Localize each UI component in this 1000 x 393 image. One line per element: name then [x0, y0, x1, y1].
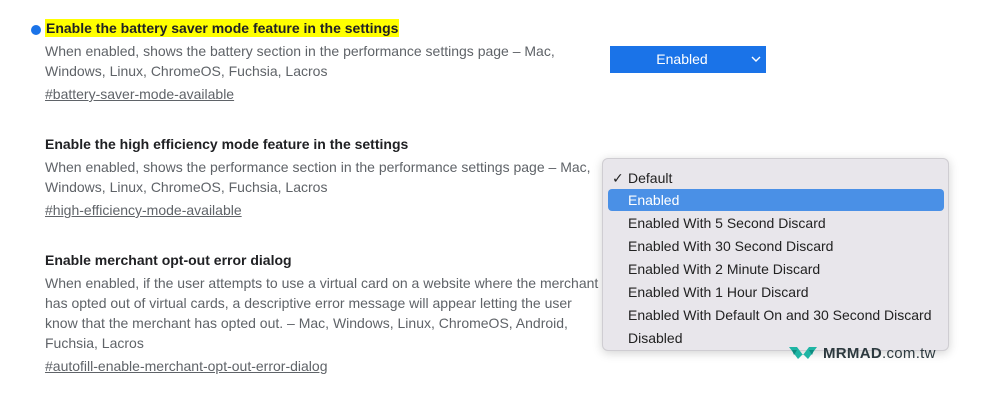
menu-option-default-on-30-second[interactable]: Enabled With Default On and 30 Second Di…	[608, 304, 944, 326]
flag-title: Enable the battery saver mode feature in…	[45, 19, 400, 37]
menu-option-label: Default	[628, 170, 673, 186]
watermark: MRMAD.com.tw	[788, 342, 936, 364]
menu-option-label: Enabled With Default On and 30 Second Di…	[628, 307, 932, 323]
checkmark-icon: ✓	[612, 170, 624, 186]
menu-option-label: Enabled With 2 Minute Discard	[628, 261, 821, 277]
menu-option-1-hour-discard[interactable]: Enabled With 1 Hour Discard	[608, 281, 944, 303]
menu-option-label: Enabled	[628, 192, 680, 208]
menu-option-default[interactable]: ✓ Default	[608, 167, 944, 189]
watermark-text: MRMAD.com.tw	[823, 345, 936, 362]
watermark-tld: .com.tw	[882, 344, 936, 362]
mrmad-logo-icon	[789, 347, 817, 359]
modified-indicator-dot	[31, 25, 41, 35]
menu-option-label: Disabled	[628, 330, 683, 346]
menu-option-label: Enabled With 5 Second Discard	[628, 215, 826, 231]
flag-title: Enable the high efficiency mode feature …	[45, 136, 409, 152]
dropdown-menu: ✓ Default Enabled Enabled With 5 Second …	[602, 158, 949, 351]
flag-merchant-opt-out: Enable merchant opt-out error dialog Whe…	[45, 251, 605, 376]
menu-option-2-minute-discard[interactable]: Enabled With 2 Minute Discard	[608, 258, 944, 280]
menu-option-30-second-discard[interactable]: Enabled With 30 Second Discard	[608, 235, 944, 257]
watermark-brand: MRMAD	[823, 344, 882, 362]
flag-battery-saver: Enable the battery saver mode feature in…	[45, 19, 605, 104]
flag-anchor-link[interactable]: #high-efficiency-mode-available	[45, 200, 242, 220]
flag-anchor-link[interactable]: #battery-saver-mode-available	[45, 84, 234, 104]
flag-description: When enabled, shows the battery section …	[45, 43, 555, 79]
chevron-down-icon	[751, 56, 761, 62]
flag-anchor-link[interactable]: #autofill-enable-merchant-opt-out-error-…	[45, 356, 327, 376]
flag-title: Enable merchant opt-out error dialog	[45, 252, 292, 268]
select-value: Enabled	[656, 51, 708, 67]
menu-option-enabled[interactable]: Enabled	[608, 189, 944, 211]
flag-description: When enabled, if the user attempts to us…	[45, 275, 599, 351]
menu-option-5-second-discard[interactable]: Enabled With 5 Second Discard	[608, 212, 944, 234]
flag-high-efficiency: Enable the high efficiency mode feature …	[45, 135, 605, 220]
battery-saver-select[interactable]: Enabled	[610, 46, 766, 73]
menu-option-label: Enabled With 30 Second Discard	[628, 238, 834, 254]
flag-description: When enabled, shows the performance sect…	[45, 159, 591, 195]
menu-option-label: Enabled With 1 Hour Discard	[628, 284, 809, 300]
